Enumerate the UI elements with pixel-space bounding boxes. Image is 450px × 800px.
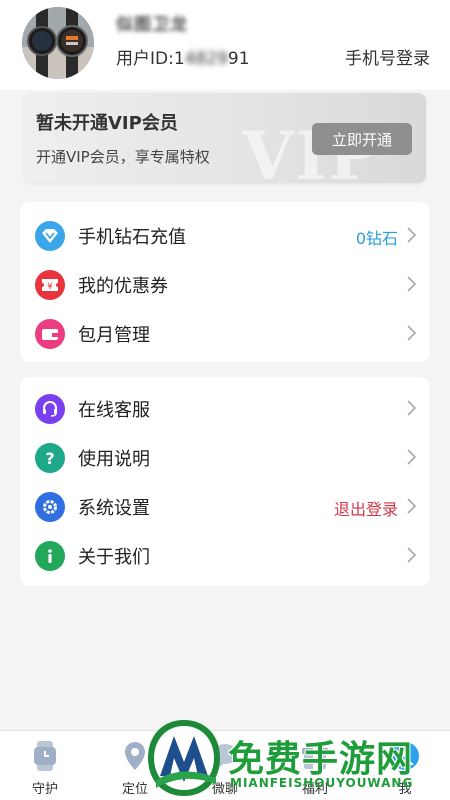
- watch-icon: [34, 741, 56, 771]
- menu-card-account: 手机钻石充值 0钻石 ¥ 我的优惠券 包月管理: [20, 202, 430, 362]
- question-icon: ?: [35, 443, 65, 473]
- menu-item-diamond-recharge[interactable]: 手机钻石充值 0钻石: [20, 215, 430, 255]
- avatar[interactable]: [22, 7, 94, 79]
- chevron-right-icon: [407, 276, 416, 292]
- menu-item-system-settings[interactable]: 系统设置 退出登录: [20, 486, 430, 526]
- vip-open-button[interactable]: 立即开通: [312, 123, 412, 155]
- svg-text:¥: ¥: [47, 282, 53, 292]
- watermark-text: 免费手游网: [228, 739, 414, 780]
- menu-item-label: 使用说明: [78, 449, 150, 470]
- user-id-tail: 91: [227, 49, 250, 69]
- info-icon: [35, 541, 65, 571]
- menu-item-coupons[interactable]: ¥ 我的优惠券: [20, 264, 430, 304]
- vip-subtitle: 开通VIP会员，享专属特权: [36, 148, 210, 166]
- watermark-subtext: MIANFEISHOUYOUWANG: [230, 776, 414, 790]
- menu-card-support: 在线客服 ? 使用说明 系统设置 退出登录 关于我们: [20, 377, 430, 586]
- tab-label: 守护: [31, 782, 58, 797]
- menu-item-monthly-subscription[interactable]: 包月管理: [20, 313, 430, 353]
- tab-guard[interactable]: 守护: [0, 731, 90, 800]
- chevron-right-icon: [407, 547, 416, 563]
- menu-item-label: 系统设置: [78, 498, 150, 519]
- vip-title: 暂未开通VIP会员: [36, 113, 178, 134]
- avatar-watch-photo: [22, 7, 94, 79]
- menu-item-label: 手机钻石充值: [78, 227, 186, 248]
- chevron-right-icon: [407, 325, 416, 341]
- watermark-logo: [148, 720, 220, 796]
- user-id-masked: 4829: [184, 49, 228, 69]
- wallet-icon: [35, 319, 65, 349]
- logout-link[interactable]: 退出登录: [334, 496, 398, 520]
- menu-item-about-us[interactable]: 关于我们: [20, 535, 430, 575]
- location-icon: [125, 742, 145, 770]
- chevron-right-icon: [407, 227, 416, 243]
- diamond-icon: [35, 221, 65, 251]
- chevron-right-icon: [407, 449, 416, 465]
- chevron-right-icon: [407, 498, 416, 514]
- user-id: 用户ID:1482991: [116, 44, 250, 69]
- phone-login-link[interactable]: 手机号登录: [345, 44, 430, 69]
- vip-card: VIP 暂未开通VIP会员 开通VIP会员，享专属特权 立即开通: [24, 93, 426, 183]
- headset-icon: [35, 394, 65, 424]
- menu-item-label: 我的优惠券: [78, 276, 168, 297]
- profile-header: 似图卫龙 用户ID:1482991 手机号登录: [0, 0, 450, 90]
- gear-icon: [35, 492, 65, 522]
- menu-item-online-service[interactable]: 在线客服: [20, 388, 430, 428]
- chevron-right-icon: [407, 400, 416, 416]
- coupon-icon: ¥: [35, 270, 65, 300]
- svg-text:?: ?: [45, 449, 54, 467]
- diamond-balance: 0钻石: [355, 229, 398, 248]
- menu-item-instructions[interactable]: ? 使用说明: [20, 437, 430, 477]
- menu-item-label: 关于我们: [78, 547, 150, 568]
- nickname: 似图卫龙: [116, 15, 188, 35]
- menu-item-label: 包月管理: [78, 325, 150, 346]
- menu-item-label: 在线客服: [78, 400, 150, 421]
- user-id-label: 用户ID:1: [116, 49, 185, 69]
